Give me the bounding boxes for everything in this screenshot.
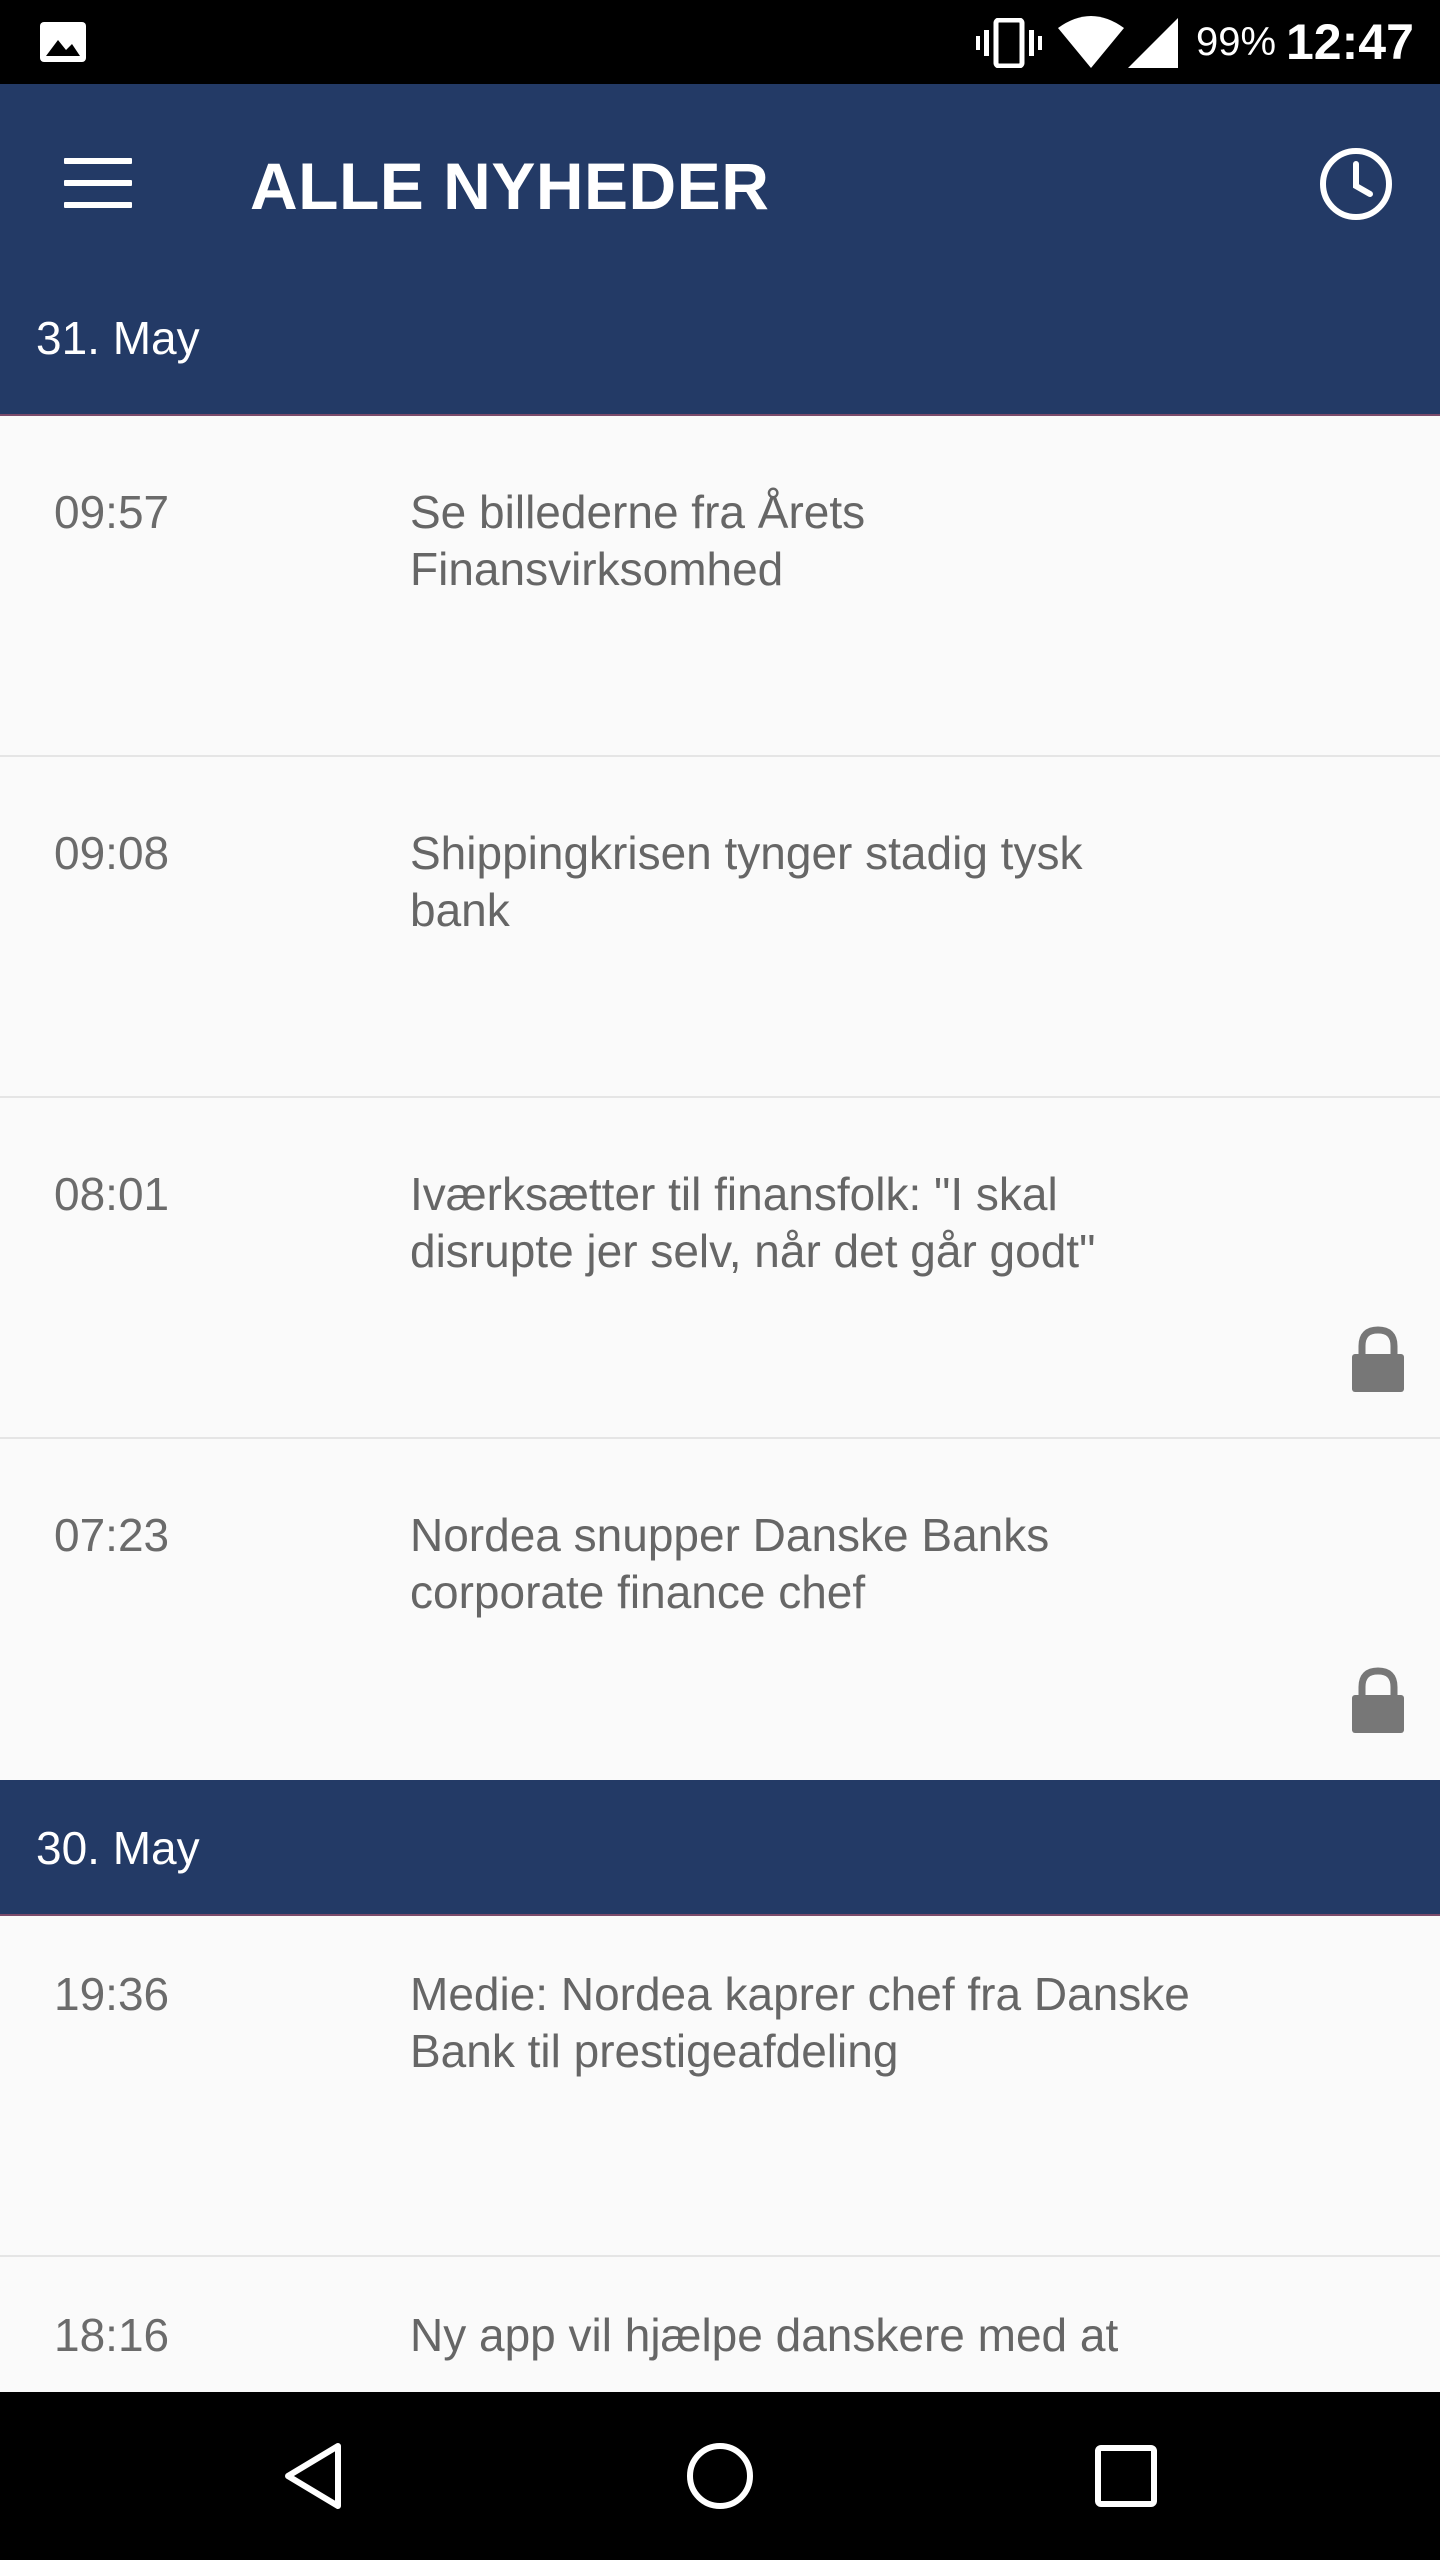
news-time: 18:16 [54, 2309, 170, 2361]
news-time: 19:36 [54, 1968, 170, 2020]
system-nav-bar [0, 2392, 1440, 2560]
recents-icon[interactable] [1086, 2436, 1166, 2516]
page-title: ALLE NYHEDER [250, 149, 770, 223]
news-time: 08:01 [54, 1168, 170, 1220]
app-bar: ALLE NYHEDER [0, 84, 1440, 280]
lock-icon [1352, 1326, 1404, 1392]
news-time: 09:57 [54, 486, 170, 538]
news-headline: Ny app vil hjælpe danskere med at [410, 2309, 1119, 2361]
vibrate-icon [976, 18, 1042, 68]
news-item[interactable]: 18:16 Ny app vil hjælpe danskere med at [0, 2257, 1440, 2392]
news-headline: Se billederne fra Årets Finansvirksomhed [410, 486, 866, 595]
news-item[interactable]: 08:01 Iværksætter til finansfolk: "I ska… [0, 1098, 1440, 1439]
status-clock: 12:47 [1286, 14, 1414, 70]
news-item[interactable]: 09:08 Shippingkrisen tynger stadig tysk … [0, 757, 1440, 1098]
back-icon[interactable] [276, 2436, 356, 2516]
news-headline: Shippingkrisen tynger stadig tysk bank [410, 827, 1083, 936]
signal-icon [1128, 18, 1178, 68]
date-header: 30. May [0, 1780, 1440, 1916]
gallery-icon [40, 22, 86, 62]
news-headline: Iværksætter til finansfolk: "I skal disr… [410, 1168, 1096, 1277]
wifi-icon [1058, 16, 1124, 68]
clock-icon[interactable] [1318, 146, 1394, 222]
home-icon[interactable] [680, 2436, 760, 2516]
news-headline: Medie: Nordea kaprer chef fra Danske Ban… [410, 1968, 1190, 2077]
battery-percentage: 99% [1196, 20, 1277, 64]
date-header: 31. May [0, 280, 1440, 416]
lock-icon [1352, 1667, 1404, 1733]
news-time: 07:23 [54, 1509, 170, 1561]
news-item[interactable]: 19:36 Medie: Nordea kaprer chef fra Dans… [0, 1916, 1440, 2257]
hamburger-menu-icon[interactable] [64, 158, 132, 210]
news-item[interactable]: 09:57 Se billederne fra Årets Finansvirk… [0, 416, 1440, 757]
news-headline: Nordea snupper Danske Banks corporate fi… [410, 1509, 1050, 1618]
news-time: 09:08 [54, 827, 170, 879]
status-bar: 99% 12:47 [0, 0, 1440, 84]
news-item[interactable]: 07:23 Nordea snupper Danske Banks corpor… [0, 1439, 1440, 1780]
news-feed[interactable]: 31. May 09:57 Se billederne fra Årets Fi… [0, 280, 1440, 2392]
